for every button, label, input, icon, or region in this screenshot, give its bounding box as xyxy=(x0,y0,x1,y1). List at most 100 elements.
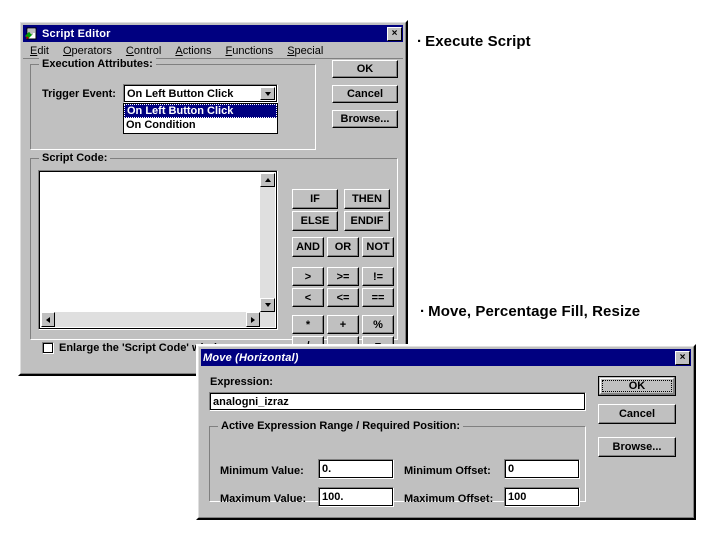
operator-button-not-equal[interactable]: != xyxy=(362,267,394,286)
operator-label-else: ELSE xyxy=(300,215,330,227)
trigger-event-value: On Left Button Click xyxy=(127,87,234,100)
move-cancel-button[interactable]: Cancel xyxy=(598,404,676,424)
operator-button-if[interactable]: IF xyxy=(292,189,338,209)
close-icon[interactable]: × xyxy=(675,350,690,365)
scroll-right-icon[interactable] xyxy=(246,312,260,327)
operator-label-multiply: * xyxy=(305,318,311,331)
operator-label-percent: % xyxy=(373,318,383,331)
minimum-value-text: 0. xyxy=(322,463,332,475)
operator-button-equal-equal[interactable]: == xyxy=(362,288,394,307)
operator-button-plus[interactable]: + xyxy=(327,315,359,334)
expression-input[interactable]: analogni_izraz xyxy=(209,392,586,411)
expression-value: analogni_izraz xyxy=(213,395,289,408)
script-code-horizontal-scrollbar[interactable] xyxy=(41,312,260,327)
operator-button-or[interactable]: OR xyxy=(327,237,359,257)
operator-label-then: THEN xyxy=(352,193,382,205)
cancel-button-label: Cancel xyxy=(346,88,384,100)
menu-item-operators[interactable]: Operators xyxy=(56,45,119,57)
bullet-move-percentage-fill-resize: Move, Percentage Fill, Resize xyxy=(420,303,640,320)
trigger-event-combo[interactable]: On Left Button Click xyxy=(123,84,278,103)
minimum-offset-text: 0 xyxy=(508,463,515,475)
operator-button-else[interactable]: ELSE xyxy=(292,211,338,231)
script-code-label: Script Code: xyxy=(39,152,111,164)
operator-button-multiply[interactable]: * xyxy=(292,315,324,334)
script-editor-title: Script Editor xyxy=(42,27,111,40)
scroll-up-icon[interactable] xyxy=(260,173,275,187)
operator-label-not: NOT xyxy=(366,241,390,253)
operator-label-and: AND xyxy=(296,241,320,253)
minimum-offset-input[interactable]: 0 xyxy=(504,459,580,479)
maximum-offset-label: Maximum Offset: xyxy=(404,493,494,505)
dropdown-option-on-condition[interactable]: On Condition xyxy=(124,118,277,132)
menu-item-actions[interactable]: Actions xyxy=(168,45,218,57)
close-icon[interactable]: × xyxy=(387,26,402,41)
move-browse-label: Browse... xyxy=(612,441,662,453)
menu-item-functions[interactable]: Functions xyxy=(218,45,280,57)
script-editor-titlebar[interactable]: Script Editor × xyxy=(23,25,403,42)
maximum-offset-input[interactable]: 100 xyxy=(504,487,580,507)
triangle-up-glyph xyxy=(264,178,271,182)
operator-label-plus: + xyxy=(339,318,347,331)
operator-label-less-equal: <= xyxy=(336,291,350,304)
move-dialog-title: Move (Horizontal) xyxy=(203,351,299,364)
move-browse-button[interactable]: Browse... xyxy=(598,437,676,457)
operator-button-then[interactable]: THEN xyxy=(344,189,390,209)
maximum-value-label: Maximum Value: xyxy=(220,493,307,505)
bullet-execute-script: Execute Script xyxy=(417,33,531,50)
operator-button-less-than[interactable]: < xyxy=(292,288,324,307)
operator-label-greater-equal: >= xyxy=(336,270,350,283)
minimum-value-input[interactable]: 0. xyxy=(318,459,394,479)
operator-button-endif[interactable]: ENDIF xyxy=(344,211,390,231)
menu-rest-control: ontrol xyxy=(133,44,162,57)
operator-label-greater-than: > xyxy=(304,270,312,283)
menu-item-special[interactable]: Special xyxy=(280,45,330,57)
operator-button-greater-than[interactable]: > xyxy=(292,267,324,286)
script-editor-menubar: Edit Operators Control Actions Functions… xyxy=(23,43,403,59)
operator-button-less-equal[interactable]: <= xyxy=(327,288,359,307)
script-document-icon xyxy=(25,27,39,40)
operator-label-endif: ENDIF xyxy=(350,215,384,227)
menu-mnemonic-control: C xyxy=(125,44,134,57)
maximum-value-input[interactable]: 100. xyxy=(318,487,394,507)
maximum-offset-text: 100 xyxy=(508,491,527,503)
move-ok-button[interactable]: OK xyxy=(598,376,676,396)
operator-label-equal-equal: == xyxy=(371,291,385,304)
menu-rest-operators: perators xyxy=(71,44,112,57)
move-cancel-label: Cancel xyxy=(618,408,656,420)
browse-button[interactable]: Browse... xyxy=(332,110,398,128)
menu-mnemonic-actions: A xyxy=(175,44,183,57)
cancel-button[interactable]: Cancel xyxy=(332,85,398,103)
operator-button-and[interactable]: AND xyxy=(292,237,324,257)
operator-label-less-than: < xyxy=(304,291,312,304)
ok-button[interactable]: OK xyxy=(332,60,398,78)
operator-label-or: OR xyxy=(334,241,352,253)
menu-rest-edit: dit xyxy=(37,44,49,57)
operator-button-percent[interactable]: % xyxy=(362,315,394,334)
menu-mnemonic-operators: O xyxy=(62,44,72,57)
enlarge-script-code-checkbox[interactable] xyxy=(42,342,54,354)
menu-item-control[interactable]: Control xyxy=(119,45,168,57)
dropdown-option-on-left-button-click[interactable]: On Left Button Click xyxy=(124,104,277,118)
move-horizontal-dialog: Move (Horizontal) × Expression: analogni… xyxy=(196,344,696,520)
script-editor-window: Script Editor × Edit Operators Control A… xyxy=(18,20,408,376)
scroll-down-icon[interactable] xyxy=(260,298,275,312)
menu-rest-special: pecial xyxy=(294,44,324,57)
chevron-down-icon[interactable] xyxy=(260,87,275,100)
menu-rest-actions: ctions xyxy=(182,44,212,57)
execution-attributes-label: Execution Attributes: xyxy=(39,58,156,70)
script-code-textarea[interactable] xyxy=(38,170,278,330)
expression-label: Expression: xyxy=(210,376,273,388)
scroll-left-icon[interactable] xyxy=(41,312,55,327)
move-ok-label: OK xyxy=(628,380,646,392)
operator-label-not-equal: != xyxy=(372,270,384,283)
maximum-value-text: 100. xyxy=(322,491,344,503)
operator-button-greater-equal[interactable]: >= xyxy=(327,267,359,286)
operator-button-not[interactable]: NOT xyxy=(362,237,394,257)
move-dialog-titlebar[interactable]: Move (Horizontal) × xyxy=(201,349,691,366)
trigger-event-dropdown-list[interactable]: On Left Button Click On Condition xyxy=(123,103,278,134)
ok-button-label: OK xyxy=(356,63,374,75)
minimum-offset-label: Minimum Offset: xyxy=(404,465,491,477)
menu-item-edit[interactable]: Edit xyxy=(23,45,56,57)
menu-rest-functions: unctions xyxy=(232,44,274,57)
script-code-vertical-scrollbar[interactable] xyxy=(260,173,275,327)
